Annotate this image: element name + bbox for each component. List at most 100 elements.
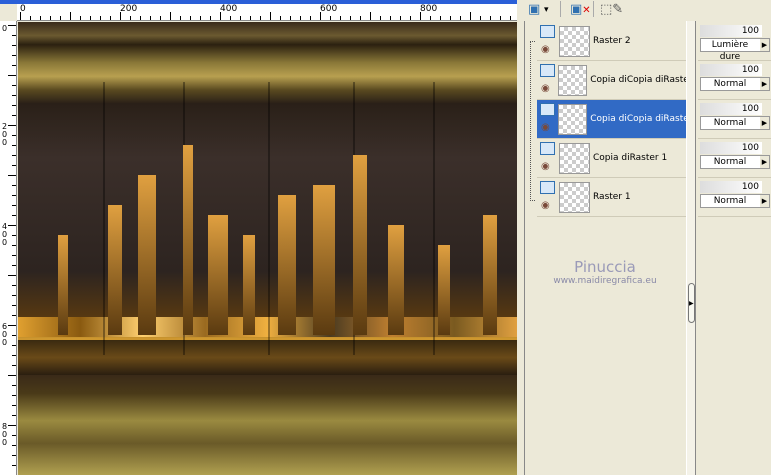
ruler-tick	[12, 335, 16, 336]
ruler-tick	[490, 16, 491, 20]
ruler-tick	[80, 16, 81, 20]
blend-mode-value: Normal	[713, 79, 747, 89]
skyline-building	[108, 205, 122, 335]
blend-mode-select[interactable]: Lumière dure ▶	[700, 38, 770, 62]
layer-row[interactable]: ◉ Raster 2	[537, 22, 687, 61]
layer-properties-row: 100 Normal ▶	[698, 178, 771, 217]
blend-mode-select[interactable]: Normal ▶	[700, 77, 770, 91]
layer-icons: ◉	[537, 22, 559, 61]
layer-name: Raster 1	[593, 192, 631, 202]
ruler-tick	[330, 16, 331, 20]
dropdown-arrow-icon[interactable]: ▶	[760, 78, 769, 90]
eye-visibility-icon[interactable]: ◉	[541, 44, 550, 55]
layer-properties-panel: 100 Lumière dure ▶ 100 Normal ▶ 100 Normal ▶ 100 N…	[696, 21, 771, 475]
layer-type-icon	[540, 63, 555, 77]
watermark: Pinuccia www.maidiregrafica.eu	[524, 258, 686, 286]
edit-selection-icon[interactable]: ⬚✎	[600, 1, 623, 19]
dropdown-arrow-icon[interactable]: ▶	[760, 156, 769, 168]
skyline-building	[243, 235, 255, 335]
ruler-tick	[370, 12, 371, 20]
delete-layer-icon[interactable]: ▣✕	[570, 1, 591, 19]
blend-mode-value: Normal	[713, 118, 747, 128]
layer-name: Copia diCopia diRaster	[590, 114, 687, 124]
opacity-slider[interactable]: 100	[700, 181, 762, 193]
new-layer-icon[interactable]: ▣	[528, 1, 540, 19]
layer-properties-row: 100 Normal ▶	[698, 100, 771, 139]
ruler-tick	[8, 325, 16, 326]
layer-row[interactable]: ◉ Copia diCopia diRaster	[537, 100, 687, 139]
eye-visibility-icon[interactable]: ◉	[541, 122, 550, 133]
eye-visibility-icon[interactable]: ◉	[541, 161, 550, 172]
layer-row[interactable]: ◉ Copia diCopia diRaster	[537, 61, 687, 100]
ruler-tick	[450, 16, 451, 20]
ruler-tick	[12, 445, 16, 446]
blend-mode-select[interactable]: Normal ▶	[700, 194, 770, 208]
ruler-tick	[170, 12, 171, 20]
layer-name: Copia diRaster 1	[593, 153, 668, 163]
ruler-tick	[12, 105, 16, 106]
opacity-slider[interactable]: 100	[700, 103, 762, 115]
watermark-name: Pinuccia	[574, 258, 636, 276]
ruler-tick	[12, 135, 16, 136]
ruler-tick	[150, 16, 151, 20]
ruler-tick	[390, 16, 391, 20]
ruler-label: 600	[320, 4, 338, 14]
ruler-tick	[12, 435, 16, 436]
dropdown-arrow-icon[interactable]: ▶	[760, 39, 769, 51]
ruler-tick	[12, 245, 16, 246]
ruler-tick	[12, 155, 16, 156]
ruler-tick	[230, 16, 231, 20]
group-bracket	[530, 41, 535, 201]
ruler-tick	[12, 455, 16, 456]
layer-row[interactable]: ◉ Raster 1	[537, 178, 687, 217]
ruler-tick	[12, 265, 16, 266]
chevron-down-icon[interactable]: ▾	[544, 1, 549, 19]
blend-mode-select[interactable]: Normal ▶	[700, 155, 770, 169]
eye-visibility-icon[interactable]: ◉	[541, 83, 550, 94]
ruler-tick	[50, 16, 51, 20]
scroll-expand-handle[interactable]: ▶	[688, 283, 695, 323]
ruler-tick	[12, 65, 16, 66]
ruler-tick	[120, 12, 121, 20]
opacity-slider[interactable]: 100	[700, 64, 762, 76]
blend-mode-select[interactable]: Normal ▶	[700, 116, 770, 130]
eye-visibility-icon[interactable]: ◉	[541, 200, 550, 211]
dropdown-arrow-icon[interactable]: ▶	[760, 195, 769, 207]
blend-mode-value: Normal	[713, 196, 747, 206]
opacity-slider[interactable]: 100	[700, 25, 762, 37]
panel-stripe	[268, 82, 270, 355]
ruler-tick	[200, 16, 201, 20]
ruler-tick	[360, 16, 361, 20]
ruler-label: 200	[120, 4, 138, 14]
skyline-building	[208, 215, 228, 335]
ruler-tick	[500, 16, 501, 20]
ruler-tick	[8, 225, 16, 226]
ruler-tick	[12, 255, 16, 256]
skyline-building	[58, 235, 68, 335]
layer-thumbnail	[559, 25, 590, 57]
skyline-building	[483, 215, 497, 335]
ruler-tick	[510, 16, 511, 20]
ruler-tick	[110, 16, 111, 20]
ruler-tick	[12, 305, 16, 306]
ruler-tick	[430, 16, 431, 20]
ruler-label: 600	[2, 322, 8, 347]
skyline-building	[313, 185, 335, 335]
image-canvas[interactable]	[18, 22, 517, 475]
ruler-tick	[12, 45, 16, 46]
ruler-tick	[470, 12, 471, 20]
panel-stripe	[433, 82, 435, 355]
panel-scrollbar[interactable]: ▶	[686, 21, 696, 475]
ruler-tick	[8, 125, 16, 126]
opacity-slider[interactable]: 100	[700, 142, 762, 154]
ruler-tick	[12, 365, 16, 366]
watermark-url: www.maidiregrafica.eu	[553, 276, 657, 286]
skyline-building	[278, 195, 296, 335]
blend-mode-value: Normal	[713, 157, 747, 167]
layer-row[interactable]: ◉ Copia diRaster 1	[537, 139, 687, 178]
dropdown-arrow-icon[interactable]: ▶	[760, 117, 769, 129]
ruler-tick	[90, 16, 91, 20]
layer-properties-row: 100 Normal ▶	[698, 61, 771, 100]
layer-properties-row: 100 Lumière dure ▶	[698, 22, 771, 62]
layer-icons: ◉	[537, 139, 559, 178]
